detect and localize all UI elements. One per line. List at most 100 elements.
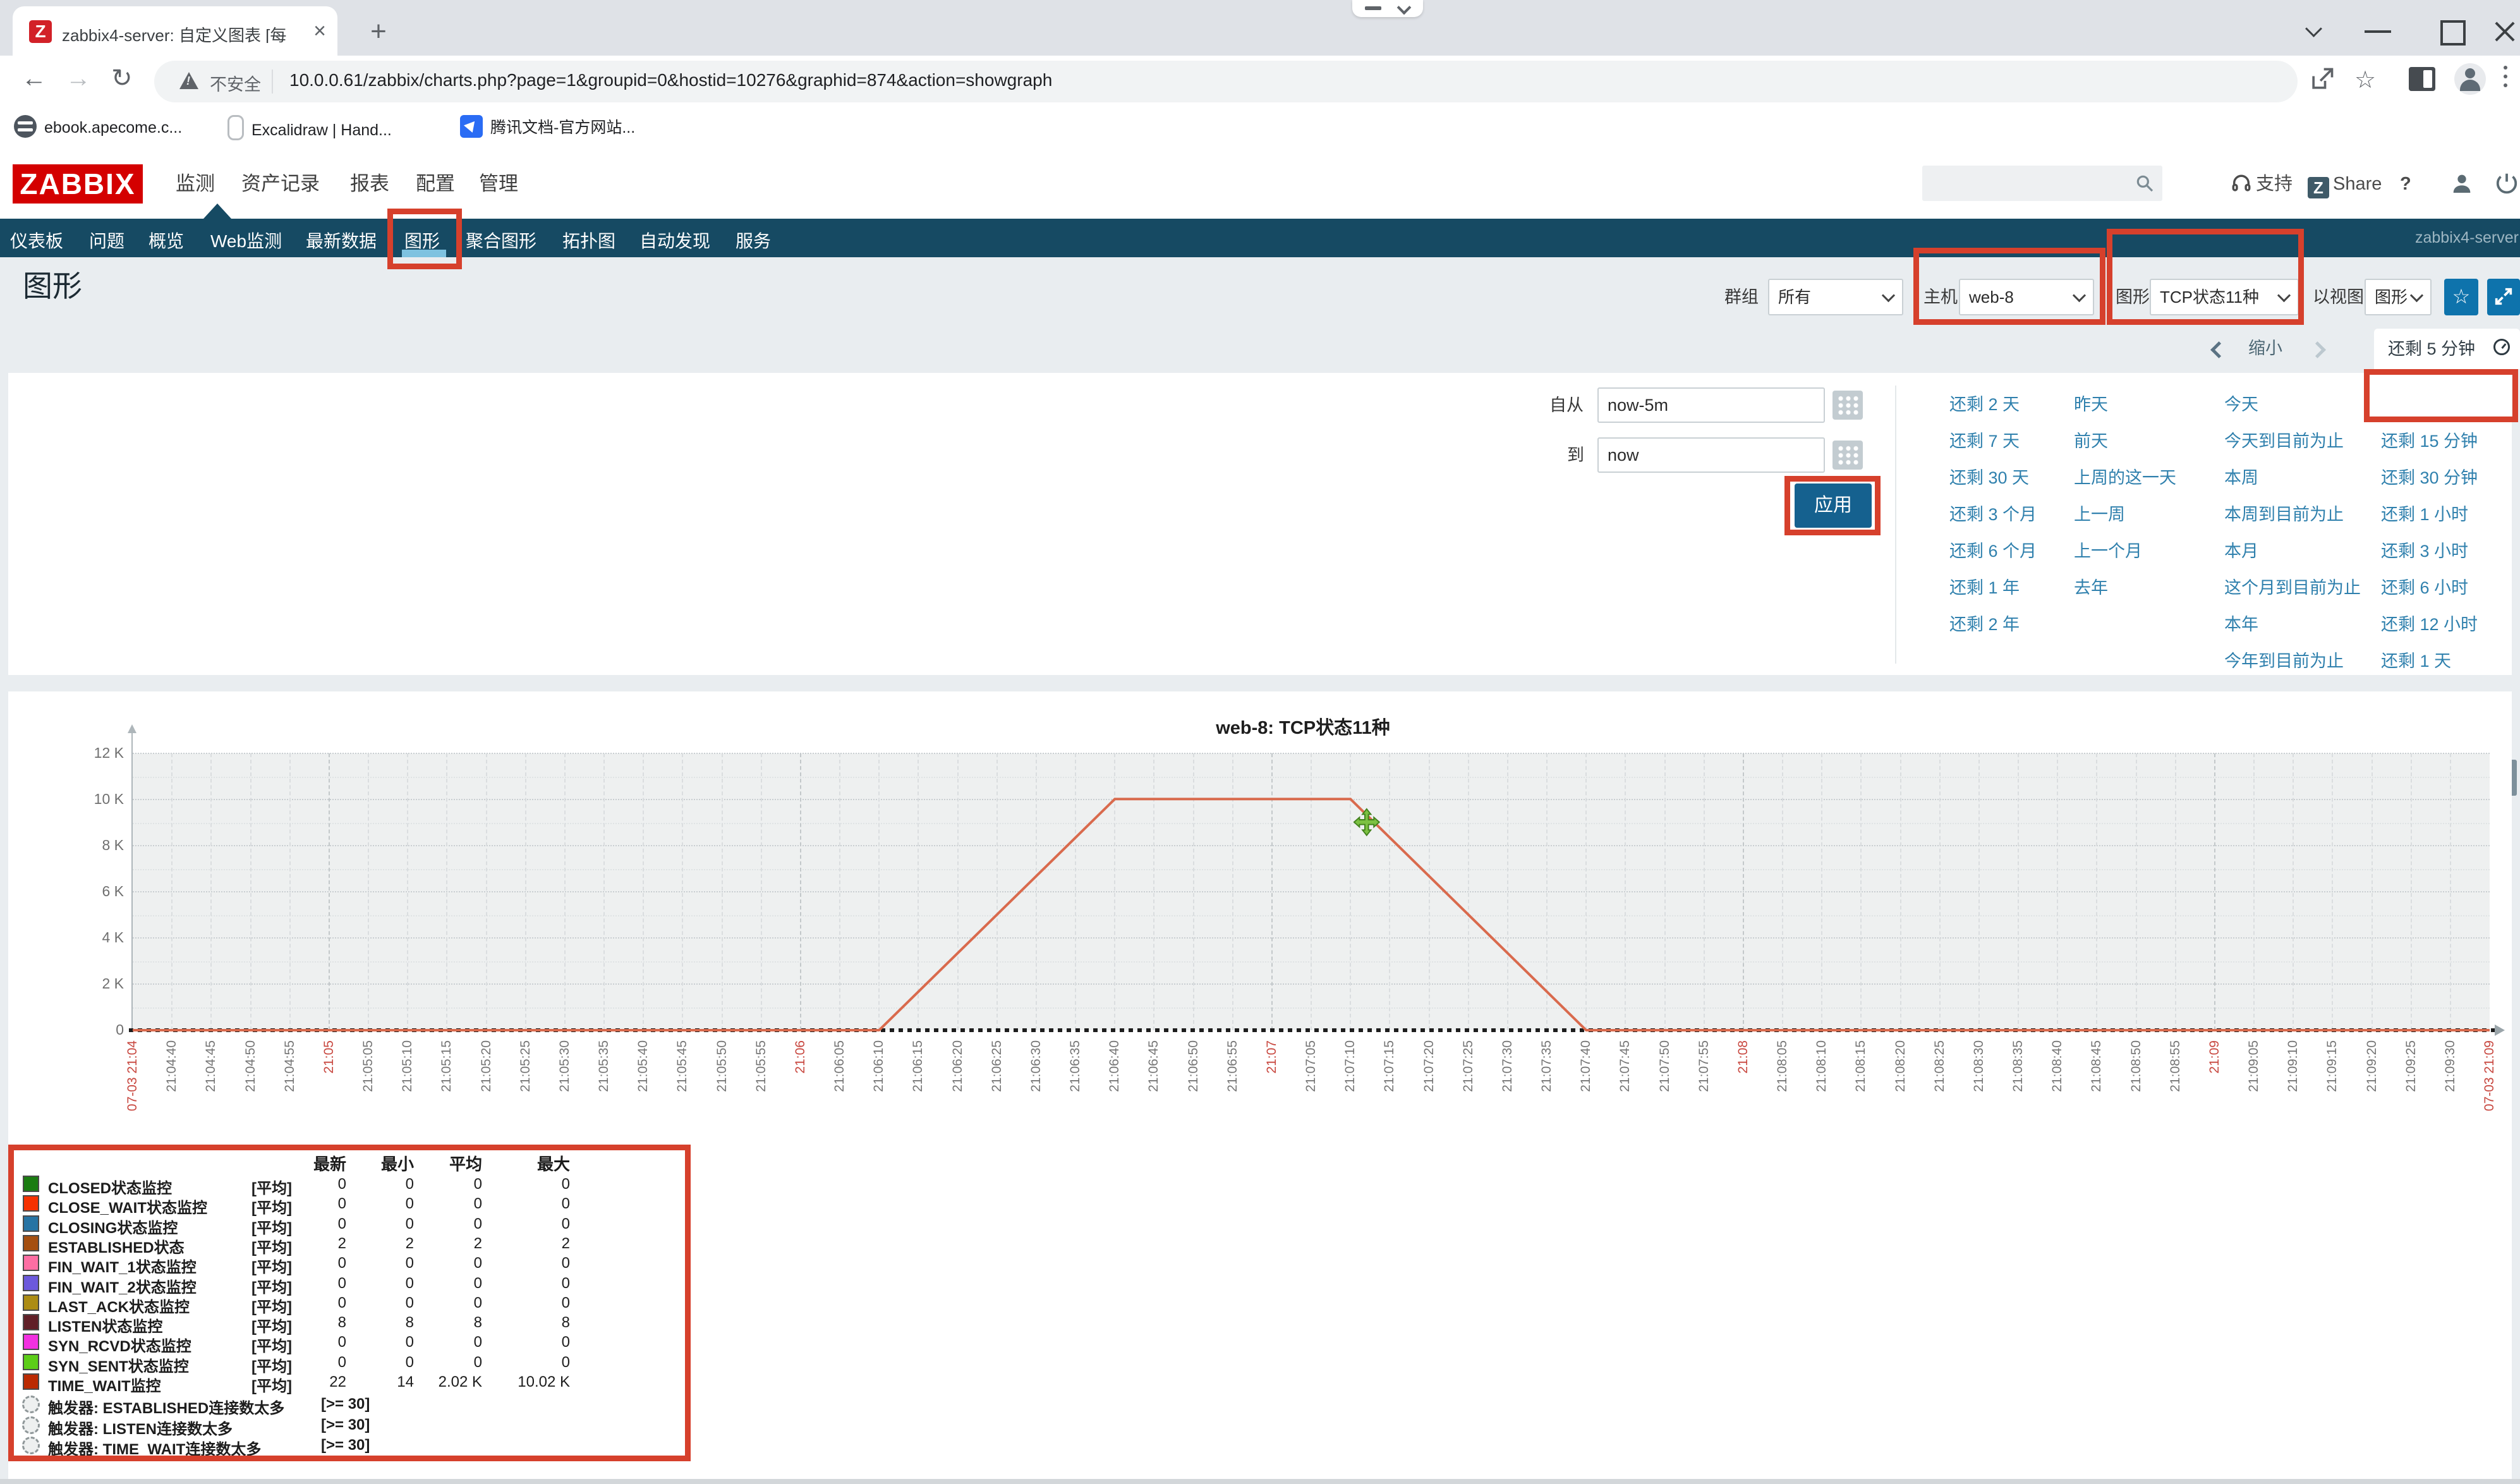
preset-link[interactable]: 还剩 7 天 — [1949, 423, 2020, 459]
share-link[interactable]: ZShare — [2308, 171, 2382, 198]
group-filter-select[interactable]: 所有 — [1768, 279, 1903, 315]
preset-link[interactable]: 还剩 2 年 — [1949, 607, 2020, 642]
preset-link[interactable]: 去年 — [2074, 570, 2108, 605]
preset-link[interactable]: 今年到目前为止 — [2224, 643, 2344, 679]
preset-link[interactable]: 还剩 6 小时 — [2381, 570, 2468, 605]
favourite-star-button[interactable]: ☆ — [2444, 279, 2478, 315]
preset-link[interactable]: 昨天 — [2074, 387, 2108, 422]
preset-link[interactable]: 还剩 3 个月 — [1949, 497, 2037, 532]
chevron-down-icon — [1397, 1, 1412, 15]
forward-button[interactable]: → — [66, 63, 91, 94]
subnav-services[interactable]: 服务 — [736, 228, 771, 253]
tab-close-icon[interactable]: × — [313, 20, 326, 42]
fullscreen-button[interactable] — [2487, 279, 2520, 315]
profile-avatar[interactable] — [2454, 63, 2486, 95]
divider — [1895, 386, 1896, 664]
preset-link[interactable]: 上一周 — [2074, 497, 2125, 532]
preset-link[interactable]: 本月 — [2224, 533, 2258, 569]
bookmark-star-icon[interactable]: ☆ — [2354, 66, 2376, 94]
subnav-web[interactable]: Web监测 — [210, 228, 282, 253]
window-minimize-button[interactable] — [2365, 30, 2391, 33]
preset-link[interactable]: 还剩 1 天 — [2381, 643, 2451, 679]
view-as-select[interactable]: 图形 — [2365, 279, 2432, 315]
back-button[interactable]: ← — [21, 63, 47, 94]
preset-link[interactable]: 还剩 30 天 — [1949, 460, 2029, 496]
y-axis-arrow — [128, 724, 136, 733]
subnav-latest-data[interactable]: 最新数据 — [306, 228, 377, 253]
annotation-box-apply-button — [1784, 476, 1881, 535]
annotation-box-legend — [8, 1145, 691, 1461]
preset-link[interactable]: 本周 — [2224, 460, 2258, 496]
preset-link[interactable]: 还剩 3 小时 — [2381, 533, 2468, 569]
x-tick-label: 21:05:55 — [753, 1040, 770, 1092]
preset-link[interactable]: 上一个月 — [2074, 533, 2142, 569]
subnav-dashboard[interactable]: 仪表板 — [10, 228, 63, 253]
menu-reports[interactable]: 报表 — [350, 171, 389, 197]
preset-link[interactable]: 还剩 1 小时 — [2381, 497, 2468, 532]
x-tick-label: 21:05:30 — [557, 1040, 573, 1092]
preset-link[interactable]: 本年 — [2224, 607, 2258, 642]
window-maximize-button[interactable] — [2440, 20, 2466, 46]
preset-link[interactable]: 这个月到目前为止 — [2224, 570, 2361, 605]
preset-link[interactable]: 今天 — [2224, 387, 2258, 422]
time-forward-arrow[interactable] — [2309, 341, 2326, 358]
preset-link[interactable]: 还剩 30 分钟 — [2381, 460, 2478, 496]
x-tick-label: 21:07:15 — [1381, 1040, 1398, 1092]
x-tick-label: 21:05:20 — [478, 1040, 495, 1092]
window-close-button[interactable] — [2492, 19, 2517, 44]
preset-link[interactable]: 上周的这一天 — [2074, 460, 2176, 496]
x-tick-label: 21:06:20 — [950, 1040, 966, 1092]
from-calendar-button[interactable] — [1832, 391, 1863, 420]
preset-link[interactable]: 本周到目前为止 — [2224, 497, 2344, 532]
x-tick-label: 21:06:10 — [871, 1040, 887, 1092]
help-link[interactable]: ? — [2400, 171, 2411, 197]
zabbix-logo[interactable]: ZABBIX — [13, 164, 143, 204]
side-panel-icon[interactable] — [2409, 67, 2435, 91]
time-back-arrow[interactable] — [2210, 341, 2227, 358]
zabbix-header: ZABBIX 监测 资产记录 报表 配置 管理 支持 ZShare ? — [0, 148, 2520, 219]
browser-menu-icon[interactable] — [2504, 66, 2507, 92]
new-tab-button[interactable]: + — [364, 18, 393, 47]
preset-link[interactable]: 还剩 1 年 — [1949, 570, 2020, 605]
preset-link[interactable]: 前天 — [2074, 423, 2108, 459]
share-icon[interactable] — [2308, 66, 2335, 94]
menu-configuration[interactable]: 配置 — [416, 171, 455, 197]
subnav-overview[interactable]: 概览 — [148, 228, 184, 253]
globe-icon — [14, 115, 37, 138]
preset-link[interactable]: 还剩 15 分钟 — [2381, 423, 2478, 459]
preset-link[interactable]: 还剩 12 小时 — [2381, 607, 2478, 642]
bookmark-item[interactable]: Excalidraw | Hand... — [227, 115, 392, 140]
time-range-button[interactable]: 还剩 5 分钟 — [2374, 329, 2520, 369]
group-filter-label: 群组 — [1724, 279, 1759, 315]
security-label: 不安全 — [210, 71, 261, 95]
to-input[interactable]: now — [1597, 437, 1825, 473]
time-filter-panel: 自从 now-5m 到 now 应用 还剩 2 天还剩 7 天还剩 30 天还剩… — [8, 373, 2512, 675]
bookmark-item[interactable]: 腾讯文档-官方网站... — [460, 115, 635, 140]
x-tick-label: 21:09:20 — [2364, 1040, 2380, 1092]
x-tick-label: 21:07:25 — [1460, 1040, 1477, 1092]
menu-administration[interactable]: 管理 — [479, 171, 518, 197]
subnav-screens[interactable]: 聚合图形 — [466, 228, 536, 253]
profile-icon[interactable] — [2449, 171, 2475, 196]
reload-button[interactable]: ↻ — [111, 63, 133, 94]
browser-tab[interactable]: Z zabbix4-server: 自定义图表 [每 × — [13, 6, 337, 56]
to-calendar-button[interactable] — [1832, 441, 1863, 470]
browser-top-pill[interactable] — [1352, 0, 1423, 17]
support-link[interactable]: 支持 — [2231, 171, 2293, 197]
subnav-problems[interactable]: 问题 — [89, 228, 124, 253]
x-tick-label: 21:08:25 — [1932, 1040, 1948, 1092]
subnav-maps[interactable]: 拓扑图 — [562, 228, 615, 253]
url-field[interactable]: 不安全 10.0.0.61/zabbix/charts.php?page=1&g… — [154, 61, 2298, 102]
x-tick-label: 21:06:55 — [1225, 1040, 1241, 1092]
subnav-discovery[interactable]: 自动发现 — [639, 228, 710, 253]
preset-link[interactable]: 今天到目前为止 — [2224, 423, 2344, 459]
zoom-out-button[interactable]: 缩小 — [2248, 329, 2282, 368]
preset-link[interactable]: 还剩 2 天 — [1949, 387, 2020, 422]
menu-monitoring[interactable]: 监测 — [176, 171, 215, 197]
preset-link[interactable]: 还剩 6 个月 — [1949, 533, 2037, 569]
from-input[interactable]: now-5m — [1597, 387, 1825, 423]
bookmark-item[interactable]: ebook.apecome.c... — [14, 115, 182, 140]
logout-icon[interactable] — [2495, 171, 2519, 195]
search-input[interactable] — [1922, 166, 2162, 201]
menu-inventory[interactable]: 资产记录 — [241, 171, 320, 197]
